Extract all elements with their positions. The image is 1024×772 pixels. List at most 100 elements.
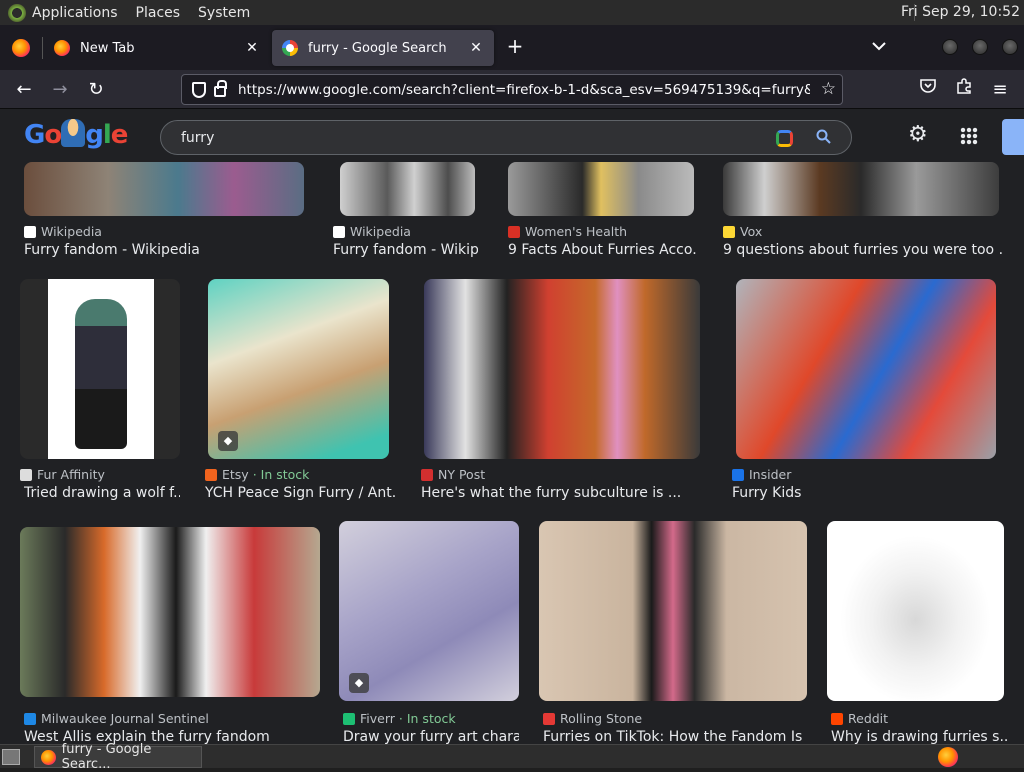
distro-logo-icon[interactable]: [8, 3, 26, 22]
image-result-card[interactable]: ◆ Etsy · In stock YCH Peace Sign Furry / …: [205, 279, 395, 504]
google-apps-grid-icon[interactable]: [960, 127, 978, 145]
minimize-window-button[interactable]: [942, 39, 958, 55]
image-result-card[interactable]: ◆ Fiverr · In stock Draw your furry art c…: [339, 521, 519, 744]
result-thumbnail[interactable]: [508, 162, 694, 216]
image-result-card[interactable]: Reddit Why is drawing furries s...: [827, 521, 1007, 744]
image-result-card[interactable]: Wikipedia Furry fandom - Wikipedia: [24, 162, 304, 262]
close-tab-icon[interactable]: ✕: [466, 38, 486, 58]
result-title[interactable]: Furry fandom - Wikip...: [333, 242, 478, 258]
firefox-tray-icon[interactable]: [938, 747, 958, 767]
system-top-bar: Applications Places System Fri Sep 29, 1…: [0, 0, 1024, 25]
tab-title: New Tab: [80, 40, 135, 56]
result-source[interactable]: NY Post: [421, 467, 489, 482]
rolling-stone-icon: [543, 712, 555, 725]
insider-icon: [732, 468, 744, 481]
search-query[interactable]: furry: [181, 130, 214, 146]
result-source[interactable]: Wikipedia: [24, 224, 102, 239]
result-thumbnail[interactable]: [340, 162, 475, 216]
result-thumbnail[interactable]: [723, 162, 999, 216]
image-result-card[interactable]: Rolling Stone Furries on TikTok: How the…: [539, 521, 807, 744]
pocket-button[interactable]: [915, 77, 941, 103]
sign-in-button[interactable]: [1002, 119, 1024, 155]
result-title[interactable]: 9 Facts About Furries Acco...: [508, 242, 698, 258]
app-menu-button[interactable]: ≡: [987, 77, 1013, 103]
search-icon[interactable]: [816, 129, 831, 148]
system-menu[interactable]: System: [198, 5, 250, 21]
tab-title: furry - Google Search: [308, 40, 447, 56]
applications-menu[interactable]: Applications: [32, 5, 118, 21]
close-tab-icon[interactable]: ✕: [242, 38, 262, 58]
url-text[interactable]: https://www.google.com/search?client=fir…: [238, 82, 810, 98]
new-tab-button[interactable]: +: [504, 35, 526, 57]
close-window-button[interactable]: [1002, 39, 1018, 55]
result-source[interactable]: Wikipedia: [333, 224, 411, 239]
search-input[interactable]: furry: [160, 120, 852, 155]
taskbar-window-button[interactable]: furry - Google Searc...: [34, 742, 202, 772]
extensions-button[interactable]: [951, 77, 977, 103]
tab-new-tab[interactable]: New Tab ✕: [44, 30, 270, 66]
result-source[interactable]: Reddit: [831, 711, 892, 726]
tab-google-search[interactable]: furry - Google Search ✕: [272, 30, 494, 66]
lock-icon[interactable]: [214, 80, 227, 97]
result-title[interactable]: Draw your furry art chara...: [343, 729, 519, 744]
result-title[interactable]: Furries on TikTok: How the Fandom Is ...: [543, 729, 807, 744]
tracking-protection-shield-icon[interactable]: [192, 81, 206, 98]
image-results-grid: Wikipedia Furry fandom - Wikipedia Wikip…: [0, 162, 1024, 744]
show-desktop-icon[interactable]: [2, 749, 20, 765]
reload-button[interactable]: ↻: [83, 77, 109, 103]
result-title[interactable]: Why is drawing furries s...: [831, 729, 1007, 744]
result-source[interactable]: Fur Affinity: [20, 467, 109, 482]
places-menu[interactable]: Places: [136, 5, 181, 21]
result-source[interactable]: Rolling Stone: [543, 711, 646, 726]
result-title[interactable]: Tried drawing a wolf f...: [24, 485, 180, 501]
list-all-tabs-button[interactable]: [868, 36, 890, 58]
back-button[interactable]: ←: [11, 77, 37, 103]
result-title[interactable]: YCH Peace Sign Furry / Ant...: [205, 485, 395, 501]
bottom-taskbar: furry - Google Searc...: [0, 742, 1024, 772]
result-title[interactable]: Furry Kids: [732, 485, 1002, 501]
result-thumbnail[interactable]: ◆: [339, 521, 519, 701]
settings-gear-icon[interactable]: ⚙: [908, 123, 928, 147]
firefox-icon: [41, 749, 56, 765]
result-source[interactable]: Insider: [732, 467, 795, 482]
result-thumbnail[interactable]: [827, 521, 1004, 701]
result-thumbnail[interactable]: [424, 279, 700, 459]
bookmark-star-icon[interactable]: ☆: [821, 79, 836, 99]
clock[interactable]: Fri Sep 29, 10:52: [901, 4, 1020, 20]
result-source[interactable]: Fiverr · In stock: [343, 711, 456, 726]
result-title[interactable]: 9 questions about furries you were too .…: [723, 242, 1003, 258]
google-logo[interactable]: Go gle: [24, 119, 128, 150]
image-result-card[interactable]: Wikipedia Furry fandom - Wikip...: [333, 162, 483, 262]
result-source[interactable]: Women's Health: [508, 224, 627, 239]
navigation-toolbar: ← → ↻ https://www.google.com/search?clie…: [0, 70, 1024, 109]
google-lens-icon[interactable]: [776, 130, 793, 147]
image-result-card[interactable]: Women's Health 9 Facts About Furries Acc…: [508, 162, 698, 262]
firefox-view-icon[interactable]: [12, 39, 30, 57]
url-bar[interactable]: https://www.google.com/search?client=fir…: [181, 74, 843, 105]
google-header: Go gle furry ⚙: [0, 109, 1024, 162]
result-source[interactable]: Milwaukee Journal Sentinel: [24, 711, 213, 726]
image-result-card[interactable]: Vox 9 questions about furries you were t…: [723, 162, 1003, 262]
forward-button[interactable]: →: [47, 77, 73, 103]
milwaukee-journal-icon: [24, 712, 36, 725]
puzzle-piece-icon: [957, 78, 971, 94]
womens-health-icon: [508, 225, 520, 238]
result-thumbnail[interactable]: [736, 279, 996, 459]
result-source[interactable]: Vox: [723, 224, 762, 239]
result-thumbnail[interactable]: [539, 521, 807, 701]
result-thumbnail[interactable]: [24, 162, 304, 216]
result-title[interactable]: Furry fandom - Wikipedia: [24, 242, 304, 258]
image-result-card[interactable]: Insider Furry Kids: [732, 279, 1002, 504]
result-source[interactable]: Etsy · In stock: [205, 467, 309, 482]
fiverr-icon: [343, 712, 355, 725]
image-result-card[interactable]: Milwaukee Journal Sentinel West Allis ex…: [20, 527, 320, 744]
image-result-card[interactable]: Fur Affinity Tried drawing a wolf f...: [20, 279, 180, 504]
result-thumbnail[interactable]: [20, 527, 320, 697]
fur-affinity-icon: [20, 468, 32, 481]
maximize-window-button[interactable]: [972, 39, 988, 55]
vox-icon: [723, 225, 735, 238]
result-thumbnail[interactable]: [20, 279, 180, 459]
image-result-card[interactable]: NY Post Here's what the furry subculture…: [421, 279, 701, 504]
result-thumbnail[interactable]: ◆: [208, 279, 389, 459]
result-title[interactable]: Here's what the furry subculture is ...: [421, 485, 701, 501]
